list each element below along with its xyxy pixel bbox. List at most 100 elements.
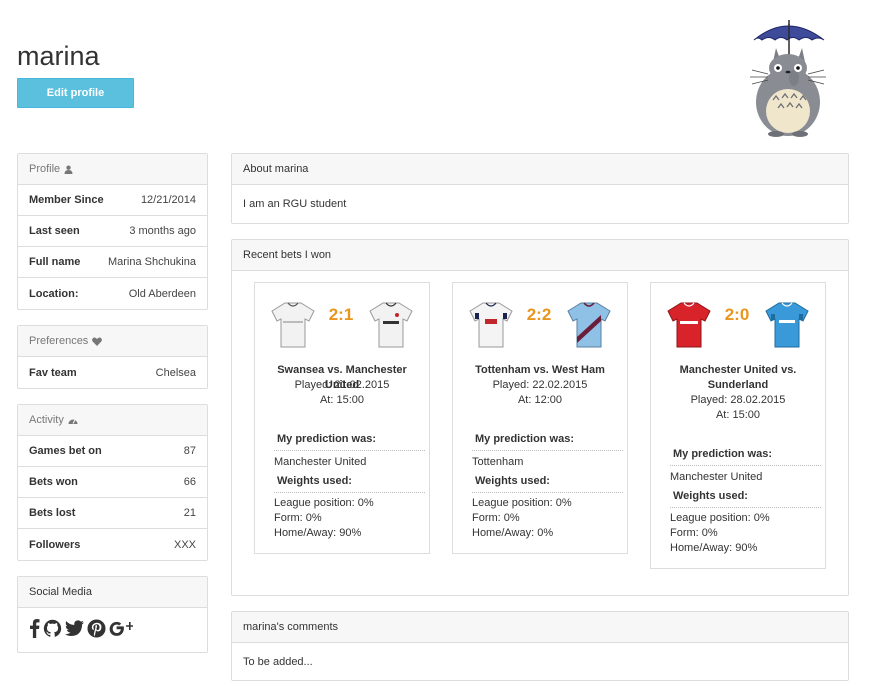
preferences-panel-title: Preferences [29, 335, 89, 347]
user-icon [64, 165, 73, 174]
prediction-value: Manchester United [670, 471, 763, 483]
info-label: Bets won [29, 476, 78, 488]
about-panel: About marina I am an RGU student [231, 153, 849, 224]
info-label: Location: [29, 287, 79, 300]
weight-league-position: League position: 0% [472, 497, 572, 509]
google-plus-icon[interactable] [109, 618, 133, 638]
bet-card: 2:2 Tottenham vs. West Ham Played: 22.02… [452, 282, 628, 554]
info-row-location: Location: Old Aberdeen [18, 278, 207, 309]
info-row-fav-team: Fav team Chelsea [18, 357, 207, 388]
profile-panel-title: Profile [29, 163, 61, 175]
info-label: Full name [29, 256, 81, 268]
prediction-value: Tottenham [472, 456, 524, 468]
weight-form: Form: 0% [472, 512, 520, 524]
weight-home-away: Home/Away: 90% [274, 527, 362, 539]
info-value: 87 [183, 445, 196, 457]
info-value: Chelsea [155, 366, 196, 379]
edit-profile-button[interactable]: Edit profile [17, 78, 134, 108]
home-jersey-icon [469, 302, 513, 348]
info-label: Bets lost [29, 507, 76, 519]
info-row-followers: Followers XXX [18, 529, 207, 560]
weight-home-away: Home/Away: 0% [472, 527, 554, 539]
social-media-panel-title: Social Media [29, 586, 92, 598]
match-time: At: 15:00 [319, 394, 365, 406]
info-label: Last seen [29, 225, 80, 237]
info-row-last-seen: Last seen 3 months ago [18, 216, 207, 247]
info-label: Member Since [29, 194, 104, 206]
social-media-panel-header: Social Media [18, 577, 207, 608]
prediction-label: My prediction was: [277, 433, 377, 445]
home-jersey-icon [271, 302, 315, 348]
match-score: 2:0 [724, 305, 750, 324]
info-value: 12/21/2014 [140, 194, 196, 206]
recent-bets-panel-title: Recent bets I won [243, 249, 332, 261]
match-title: Tottenham vs. West Ham [453, 363, 627, 378]
match-score: 2:2 [526, 305, 552, 324]
match-time: At: 15:00 [715, 409, 761, 421]
match-played-date: Played: 22.02.2015 [492, 379, 588, 391]
away-jersey-icon [765, 302, 809, 348]
info-value: 3 months ago [129, 225, 196, 237]
info-value: Old Aberdeen [128, 287, 196, 300]
github-icon[interactable] [43, 619, 62, 638]
comments-panel-title: marina's comments [243, 621, 339, 633]
heart-icon [92, 336, 103, 346]
page-title: marina [17, 41, 100, 71]
match-time: At: 12:00 [517, 394, 563, 406]
prediction-label: My prediction was: [475, 433, 575, 445]
home-jersey-icon [667, 302, 711, 348]
weights-label: Weights used: [277, 475, 352, 487]
match-title: Manchester United vs. Sunderland [651, 363, 825, 393]
activity-panel-title: Activity [29, 414, 64, 426]
avatar [750, 20, 826, 137]
profile-panel: Profile Member Since 12/21/2014 Last see… [17, 153, 208, 310]
about-text: I am an RGU student [243, 198, 347, 210]
away-jersey-icon [567, 302, 611, 348]
info-value: XXX [173, 538, 196, 551]
info-row-bets-won: Bets won 66 [18, 467, 207, 498]
twitter-icon[interactable] [65, 619, 84, 637]
weights-label: Weights used: [673, 490, 748, 502]
recent-bets-panel-header: Recent bets I won [232, 240, 848, 271]
comments-panel-header: marina's comments [232, 612, 848, 643]
pinterest-icon[interactable] [87, 618, 106, 638]
info-row-games-bet-on: Games bet on 87 [18, 436, 207, 467]
about-panel-title: About marina [243, 163, 309, 175]
weight-form: Form: 0% [670, 527, 718, 539]
bet-card: 2:0 Manchester United vs. Sunderland Pla… [650, 282, 826, 569]
away-jersey-icon [369, 302, 413, 348]
activity-panel: Activity Games bet on 87 Bets won 66 Bet… [17, 404, 208, 561]
info-value: 21 [183, 507, 196, 519]
info-value: Marina Shchukina [107, 256, 196, 268]
info-label: Fav team [29, 366, 77, 379]
activity-panel-header: Activity [18, 405, 207, 436]
info-value: 66 [183, 476, 196, 488]
about-panel-header: About marina [232, 154, 848, 185]
match-played-date: Played: 21.02.2015 [294, 379, 390, 391]
dashboard-icon [68, 419, 78, 424]
bet-card: 2:1 Swansea vs. Manchester United Played… [254, 282, 430, 554]
info-label: Games bet on [29, 445, 102, 457]
profile-panel-header: Profile [18, 154, 207, 185]
weight-league-position: League position: 0% [274, 497, 374, 509]
weight-league-position: League position: 0% [670, 512, 770, 524]
weight-home-away: Home/Away: 90% [670, 542, 758, 554]
prediction-value: Manchester United [274, 456, 367, 468]
match-title-line2: Sunderland [707, 379, 769, 391]
comments-text: To be added... [243, 656, 313, 668]
comments-panel: marina's comments To be added... [231, 611, 849, 681]
facebook-icon[interactable] [29, 618, 40, 638]
preferences-panel-header: Preferences [18, 326, 207, 357]
info-row-bets-lost: Bets lost 21 [18, 498, 207, 529]
info-row-full-name: Full name Marina Shchukina [18, 247, 207, 278]
match-score: 2:1 [328, 305, 354, 324]
social-media-panel: Social Media [17, 576, 208, 653]
prediction-label: My prediction was: [673, 448, 773, 460]
info-label: Followers [29, 538, 81, 551]
social-icons [18, 608, 207, 648]
match-title-line1: Manchester United vs. [679, 364, 797, 376]
weight-form: Form: 0% [274, 512, 322, 524]
preferences-panel: Preferences Fav team Chelsea [17, 325, 208, 389]
info-row-member-since: Member Since 12/21/2014 [18, 185, 207, 216]
match-played-date: Played: 28.02.2015 [690, 394, 786, 406]
